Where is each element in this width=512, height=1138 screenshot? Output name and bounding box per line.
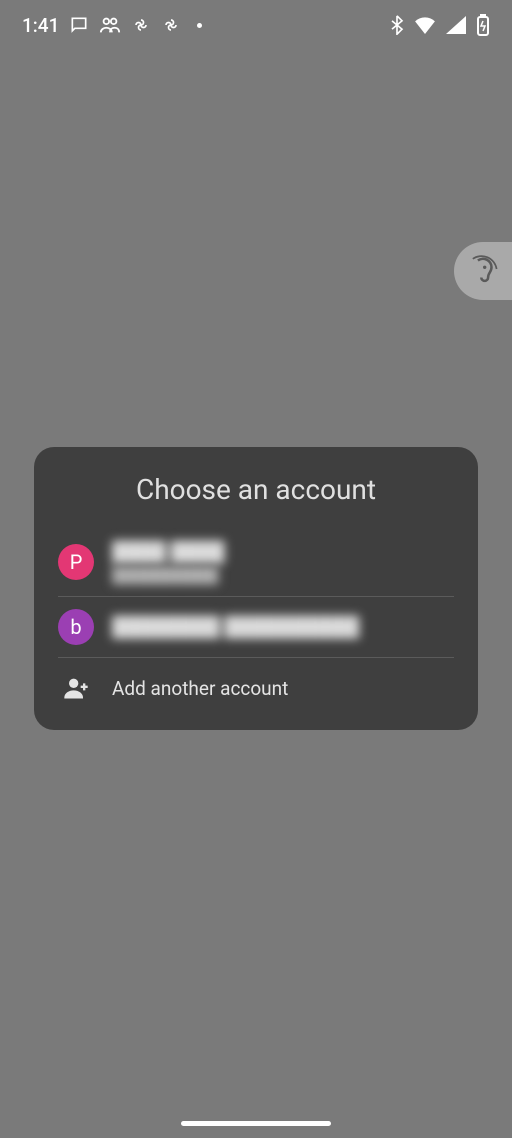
home-indicator[interactable] xyxy=(181,1121,331,1126)
dot-icon xyxy=(197,23,202,28)
dialog-title: Choose an account xyxy=(34,473,478,506)
pinwheel-icon xyxy=(161,15,181,35)
ear-icon xyxy=(466,252,500,290)
bluetooth-icon xyxy=(390,15,404,35)
person-add-icon xyxy=(58,670,94,706)
account-email: ██████████ xyxy=(112,566,224,584)
account-name: ████████ ██████████ xyxy=(112,615,359,639)
message-icon xyxy=(69,15,89,35)
status-bar: 1:41 xyxy=(0,0,512,50)
account-row[interactable]: P ████ ████ ██████████ xyxy=(34,528,478,596)
signal-icon xyxy=(446,16,466,34)
account-name: ████ ████ xyxy=(112,540,224,564)
battery-icon xyxy=(476,14,490,36)
people-icon xyxy=(99,15,121,35)
choose-account-dialog: Choose an account P ████ ████ ██████████… xyxy=(34,447,478,730)
avatar: b xyxy=(58,609,94,645)
add-another-account[interactable]: Add another account xyxy=(34,658,478,718)
wifi-icon xyxy=(414,16,436,34)
accessibility-ear-button[interactable] xyxy=(454,242,512,300)
clock: 1:41 xyxy=(22,14,59,37)
pinwheel-icon xyxy=(131,15,151,35)
account-row[interactable]: b ████████ ██████████ xyxy=(34,597,478,657)
add-account-label: Add another account xyxy=(112,677,288,700)
avatar: P xyxy=(58,544,94,580)
